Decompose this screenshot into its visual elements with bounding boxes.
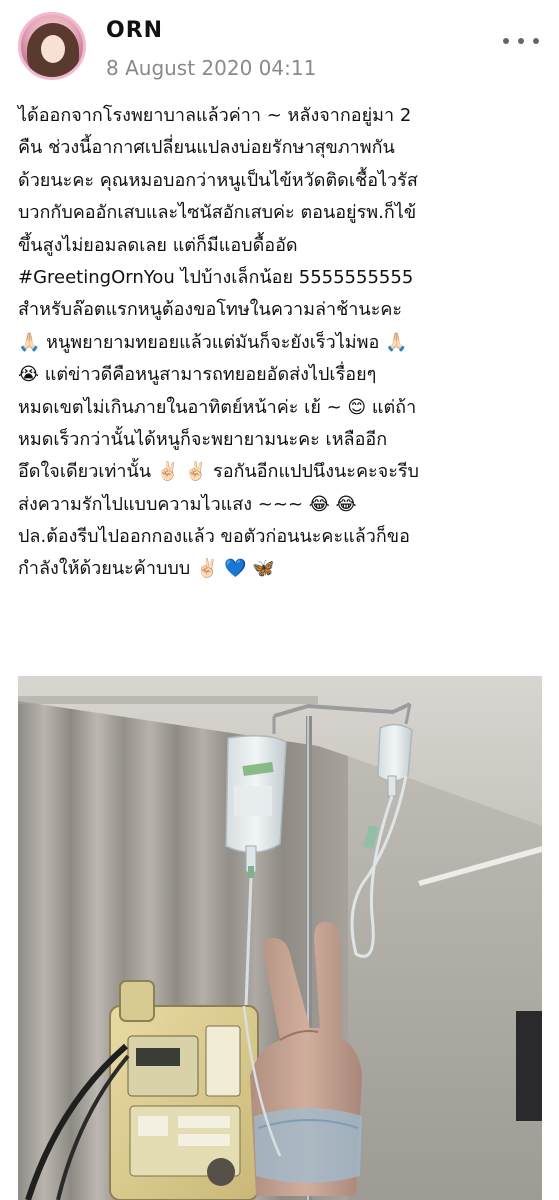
- post-text-line: ปล.ต้องรีบไปออกกองแล้ว ขอตัวก่อนนะคะแล้ว…: [18, 526, 410, 548]
- post-text-line: ส่งความรักไปแบบความไวแสง ~~~ 😂 😂: [18, 493, 357, 515]
- post-text-line: หมดเร็วกว่านั้นได้หนูก็จะพยายามนะคะ เหลื…: [18, 428, 388, 450]
- post-text-line: ด้วยนะคะ คุณหมอบอกว่าหนูเป็นไข้หวัดติดเช…: [18, 169, 418, 191]
- dot-icon: [533, 38, 539, 44]
- post-text-line: ขึ้นสูงไม่ยอมลดเลย แต่ก็มีแอบดื้ออัด: [18, 234, 298, 256]
- hashtag-line[interactable]: #GreetingOrnYou ไปบ้างเล็กน้อย 555555555…: [18, 262, 542, 294]
- post-text-line: สำหรับล๊อตแรกหนูต้องขอโทษในความล่าช้านะค…: [18, 299, 403, 321]
- post-card: ORN 8 August 2020 04:11 ได้ออกจากโรงพยาบ…: [0, 0, 559, 1200]
- post-text-line: อึดใจเดียวเท่านั้น ✌🏻 ✌🏻 รอกันอีกแปปนึงน…: [18, 461, 419, 483]
- dot-icon: [503, 38, 509, 44]
- post-text-line: คืน ช่วงนี้อากาศเปลี่ยนแปลงบ่อยรักษาสุขภ…: [18, 137, 395, 159]
- post-text-line: 😭 แต่ข่าวดีคือหนูสามารถทยอยอัดส่งไปเรื่อ…: [18, 364, 377, 386]
- post-body: ได้ออกจากโรงพยาบาลแล้วค่าา ~ หลังจากอยู่…: [18, 100, 542, 586]
- avatar[interactable]: [18, 12, 86, 80]
- post-text-line: บวกกับคออักเสบและไซนัสอักเสบค่ะ ตอนอยู่ร…: [18, 202, 417, 224]
- hospital-iv-photo: [18, 676, 542, 1200]
- post-timestamp: 8 August 2020 04:11: [106, 56, 317, 80]
- post-photo[interactable]: [18, 676, 542, 1200]
- avatar-face: [41, 35, 65, 63]
- more-options-icon[interactable]: [503, 34, 539, 48]
- post-text-line: กำลังให้ด้วยนะค้าบบบ ✌🏻 💙 🦋: [18, 558, 275, 580]
- author-name[interactable]: ORN: [106, 18, 163, 43]
- post-text-line: ได้ออกจากโรงพยาบาลแล้วค่าา ~ หลังจากอยู่…: [18, 105, 412, 126]
- post-text-line: หมดเขตไม่เกินภายในอาทิตย์หน้าค่ะ เย้ ~ 😊…: [18, 396, 417, 418]
- dot-icon: [518, 38, 524, 44]
- post-text-line: 🙏🏻 หนูพยายามทยอยแล้วแต่มันก็จะยังเร็วไม่…: [18, 331, 408, 353]
- post-header: ORN 8 August 2020 04:11: [18, 12, 541, 84]
